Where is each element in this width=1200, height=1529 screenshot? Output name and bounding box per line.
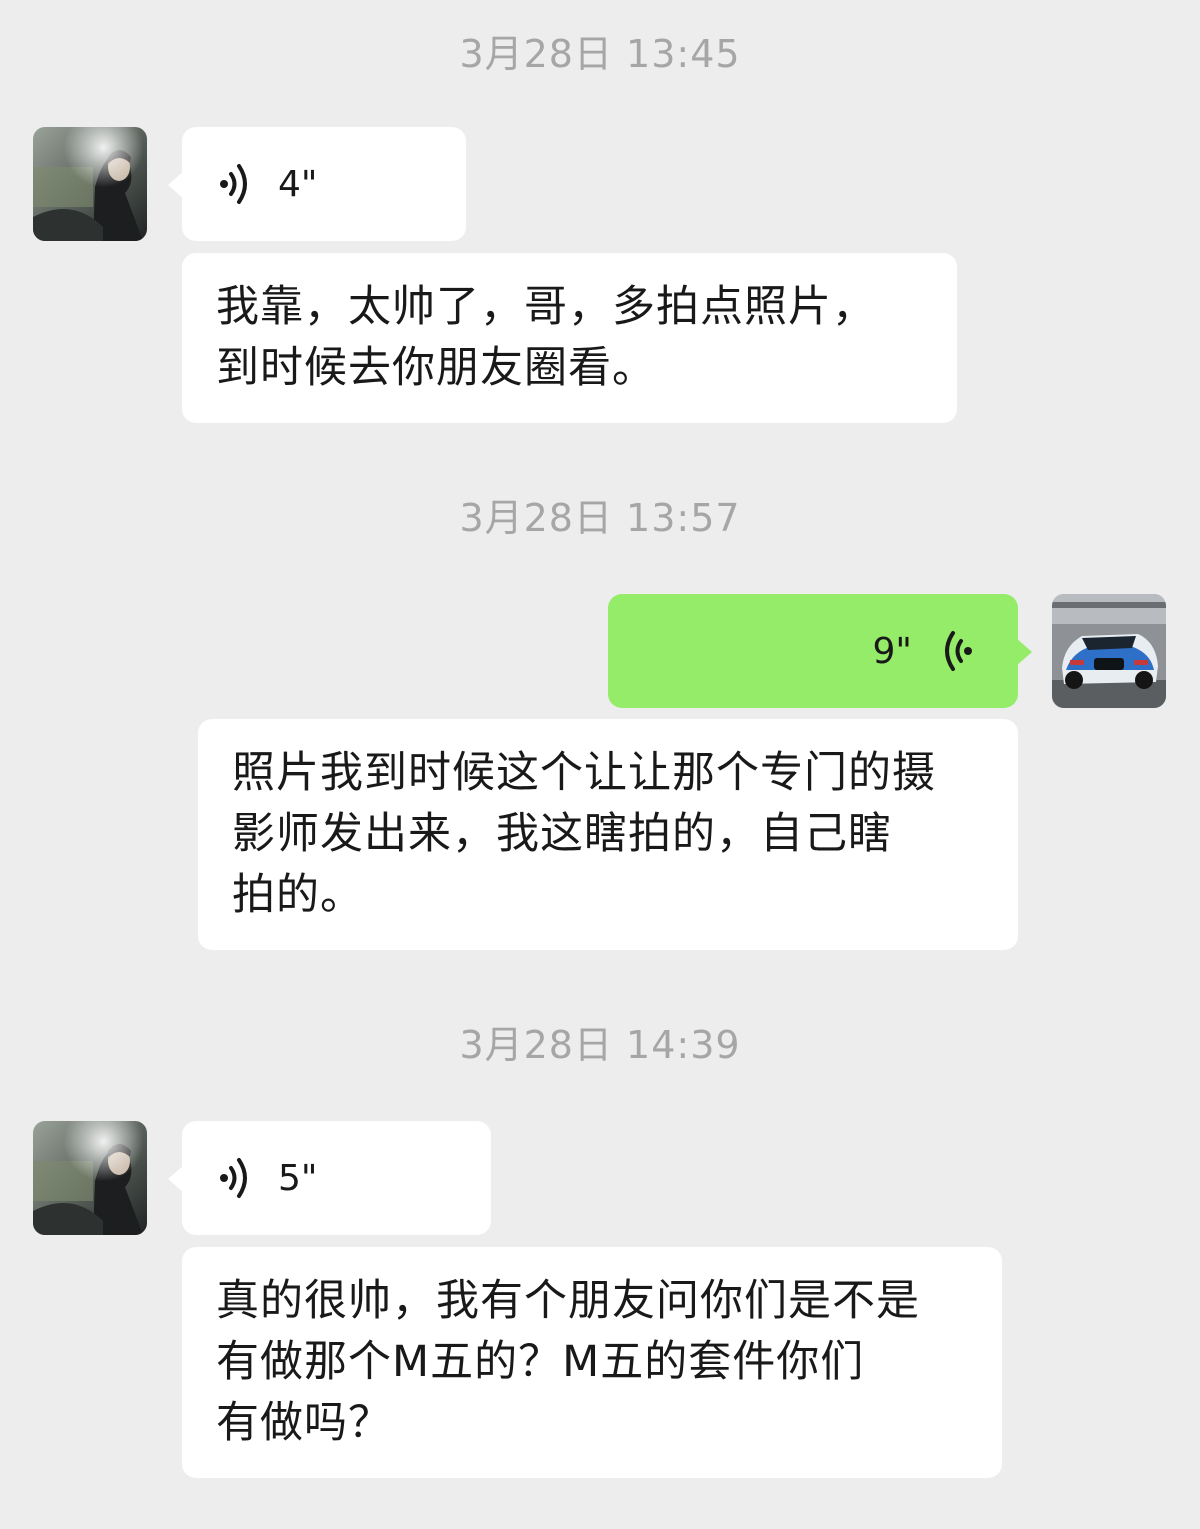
bubble-tail	[168, 1165, 184, 1193]
voice-duration: 4"	[278, 163, 318, 205]
race-car-avatar-image	[1052, 594, 1166, 708]
outgoing-voice-bubble[interactable]: 9"	[608, 594, 1032, 708]
incoming-voice-bubble[interactable]: 5"	[168, 1121, 491, 1235]
timestamp: 3月28日 13:45	[459, 32, 741, 76]
contact-avatar-image	[33, 1121, 147, 1235]
self-avatar[interactable]	[1052, 594, 1166, 708]
message-text: 我靠，太帅了，哥，多拍点照片， 到时候去你朋友圈看。	[216, 282, 876, 393]
voice-wave-icon	[220, 164, 247, 204]
incoming-text-bubble[interactable]: 我靠，太帅了，哥，多拍点照片， 到时候去你朋友圈看。	[182, 253, 957, 423]
voice-duration: 9"	[872, 630, 912, 672]
timestamp: 3月28日 14:39	[459, 1023, 741, 1067]
timestamp: 3月28日 13:57	[459, 496, 741, 540]
incoming-text-bubble[interactable]: 真的很帅，我有个朋友问你们是不是 有做那个M五的？M五的套件你们 有做吗？	[182, 1247, 1002, 1478]
incoming-voice-bubble[interactable]: 4"	[168, 127, 466, 241]
contact-avatar[interactable]	[33, 1121, 147, 1235]
voice-wave-icon	[945, 631, 972, 671]
message-text: 真的很帅，我有个朋友问你们是不是 有做那个M五的？M五的套件你们 有做吗？	[216, 1276, 920, 1448]
contact-avatar[interactable]	[33, 127, 147, 241]
outgoing-text-bubble[interactable]: 照片我到时候这个让让那个专门的摄 影师发出来，我这瞎拍的，自己瞎 拍的。	[198, 719, 1018, 950]
voice-duration: 5"	[278, 1157, 318, 1199]
voice-wave-icon	[220, 1158, 247, 1198]
contact-avatar-image	[33, 127, 147, 241]
message-text: 照片我到时候这个让让那个专门的摄 影师发出来，我这瞎拍的，自己瞎 拍的。	[232, 748, 936, 920]
bubble-tail	[1016, 638, 1032, 666]
bubble-tail	[168, 171, 184, 199]
